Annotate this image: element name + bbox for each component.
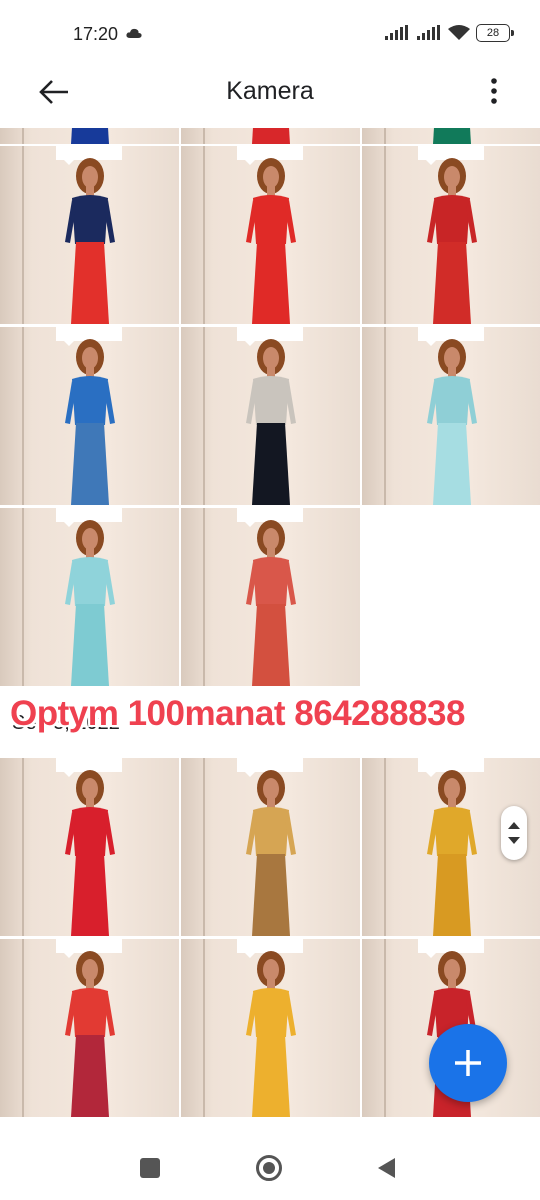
circle-icon[interactable] <box>256 1155 282 1181</box>
photo-thumbnail[interactable] <box>0 758 179 936</box>
overlay-price-text: Optym 100manat 864288838 <box>10 694 465 733</box>
mannequin-dress-photo <box>426 158 477 324</box>
photo-thumbnail[interactable] <box>0 146 179 324</box>
photo-thumbnail[interactable] <box>181 758 360 936</box>
photo-thumbnail[interactable] <box>181 508 360 686</box>
signal-icon <box>385 25 408 40</box>
status-bar: 17:20 28 <box>0 0 540 60</box>
status-time: 17:20 <box>73 24 119 44</box>
photo-thumbnail[interactable] <box>181 128 360 144</box>
mannequin-dress-photo <box>245 520 296 686</box>
mannequin-dress-photo <box>64 339 115 505</box>
mannequin-dress-photo <box>251 128 290 144</box>
system-nav-bar <box>0 1134 540 1200</box>
photo-grid[interactable] <box>0 128 540 1134</box>
photo-thumbnail[interactable] <box>181 327 360 505</box>
wifi-icon <box>448 25 470 40</box>
mannequin-dress-photo <box>426 339 477 505</box>
mannequin-dress-photo <box>245 951 296 1117</box>
triangle-back-icon[interactable] <box>376 1157 396 1179</box>
photo-thumbnail[interactable] <box>362 327 540 505</box>
mannequin-dress-photo <box>245 158 296 324</box>
mannequin-dress-photo <box>64 951 115 1117</box>
page-title: Kamera <box>226 77 314 105</box>
square-icon[interactable] <box>140 1158 160 1178</box>
battery-indicator: 28 <box>476 24 514 42</box>
mannequin-dress-photo <box>64 770 115 936</box>
mannequin-dress-photo <box>245 339 296 505</box>
more-vert-icon[interactable] <box>482 74 506 108</box>
app-bar: Kamera <box>0 60 540 126</box>
mannequin-dress-photo <box>70 128 109 144</box>
mannequin-dress-photo <box>64 520 115 686</box>
plus-icon <box>455 1050 481 1076</box>
photo-thumbnail[interactable] <box>362 128 540 144</box>
photo-thumbnail[interactable] <box>0 327 179 505</box>
photo-thumbnail[interactable] <box>181 146 360 324</box>
cloud-icon <box>126 28 142 38</box>
battery-level: 28 <box>486 27 500 39</box>
scroll-arrows-icon <box>508 822 520 844</box>
photo-thumbnail[interactable] <box>181 939 360 1117</box>
signal-icon <box>417 25 440 40</box>
mannequin-dress-photo <box>432 128 471 144</box>
photo-thumbnail[interactable] <box>0 508 179 686</box>
photo-thumbnail[interactable] <box>0 939 179 1117</box>
add-button[interactable] <box>429 1024 507 1102</box>
mannequin-dress-photo <box>426 770 477 936</box>
photo-thumbnail[interactable] <box>0 128 179 144</box>
photo-thumbnail[interactable] <box>362 146 540 324</box>
fast-scroll-handle[interactable] <box>501 806 527 860</box>
status-icons: 28 <box>384 24 514 42</box>
mannequin-dress-photo <box>64 158 115 324</box>
mannequin-dress-photo <box>245 770 296 936</box>
